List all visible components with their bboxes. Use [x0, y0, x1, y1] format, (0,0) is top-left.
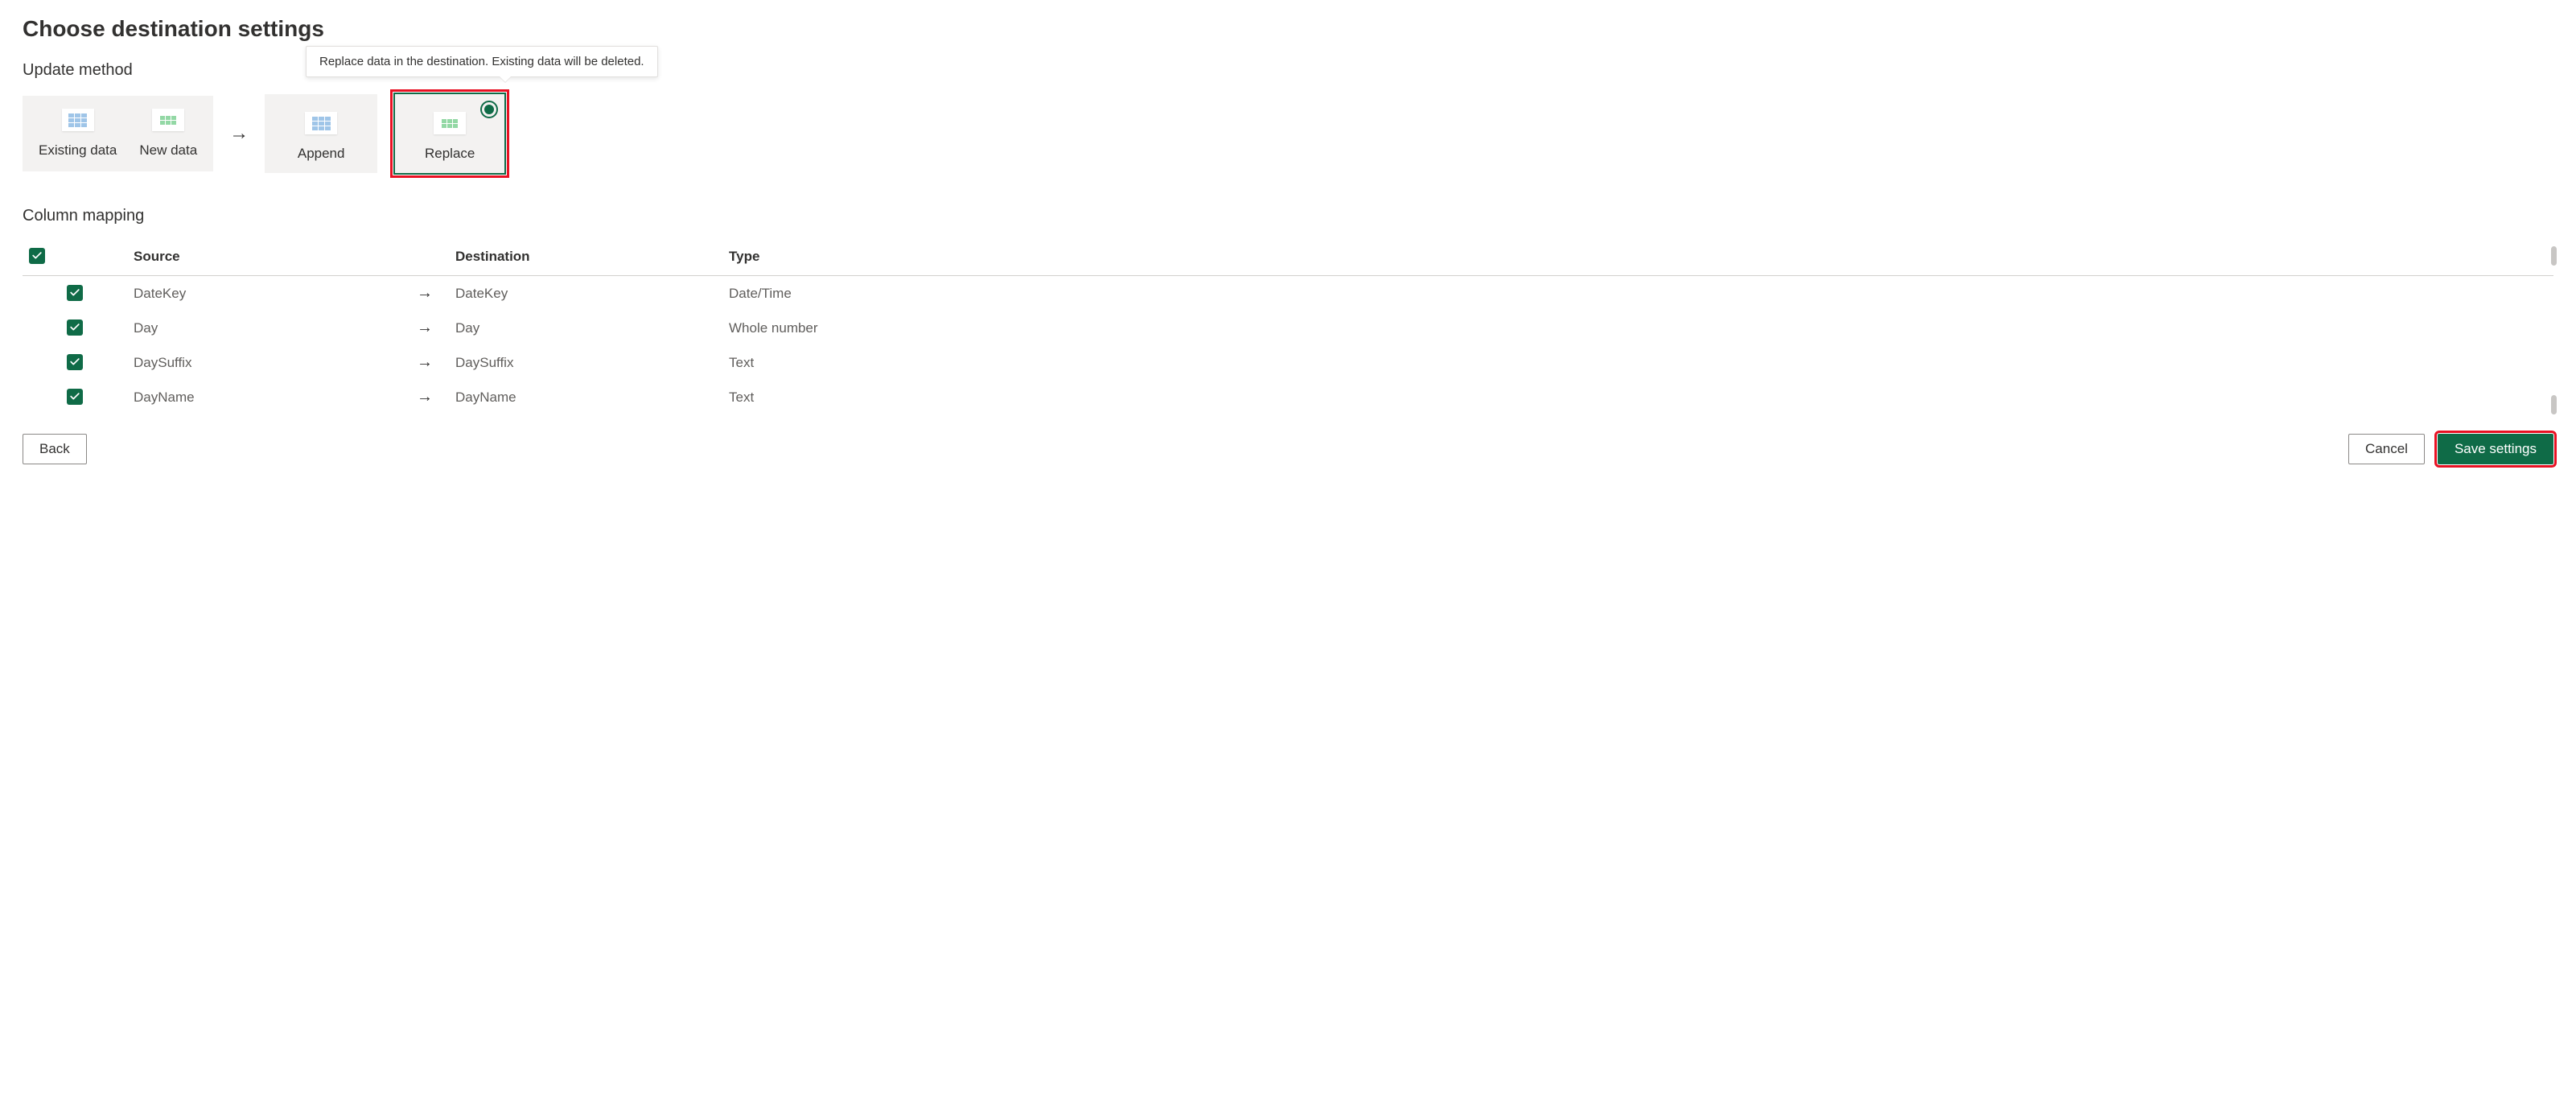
existing-data-card: Existing data	[39, 109, 117, 159]
table-row: Day → Day Whole number	[23, 311, 2553, 345]
scrollbar[interactable]	[2550, 246, 2557, 414]
arrow-icon: →	[417, 388, 433, 406]
footer: Back Cancel Save settings	[23, 434, 2553, 464]
back-button[interactable]: Back	[23, 434, 87, 464]
replace-tooltip: Replace data in the destination. Existin…	[306, 46, 658, 77]
mapping-table: Source Destination Type DateKey → DateKe…	[23, 238, 2553, 414]
arrow-icon: →	[417, 353, 433, 371]
arrow-icon: →	[417, 284, 433, 302]
existing-data-icon	[62, 109, 94, 131]
table-row: DaySuffix → DaySuffix Text	[23, 345, 2553, 380]
append-label: Append	[298, 146, 345, 162]
arrow-icon: →	[417, 319, 433, 336]
update-method-row: Replace data in the destination. Existin…	[23, 93, 2553, 175]
table-row: DayName → DayName Text	[23, 380, 2553, 414]
type-cell: Text	[722, 380, 2553, 414]
source-header: Source	[127, 238, 401, 276]
column-mapping-label: Column mapping	[23, 207, 2553, 225]
append-icon	[305, 112, 337, 134]
save-settings-button[interactable]: Save settings	[2438, 434, 2553, 464]
destination-cell: DaySuffix	[449, 345, 722, 380]
scrollbar-thumb-icon	[2551, 246, 2557, 266]
source-cell: DaySuffix	[127, 345, 401, 380]
source-cell: Day	[127, 311, 401, 345]
row-checkbox[interactable]	[67, 389, 83, 405]
type-cell: Date/Time	[722, 276, 2553, 311]
type-cell: Whole number	[722, 311, 2553, 345]
scrollbar-thumb-icon	[2551, 395, 2557, 414]
destination-cell: Day	[449, 311, 722, 345]
new-data-label: New data	[139, 142, 197, 159]
replace-label: Replace	[425, 146, 475, 162]
table-row: DateKey → DateKey Date/Time	[23, 276, 2553, 311]
destination-cell: DayName	[449, 380, 722, 414]
existing-data-label: Existing data	[39, 142, 117, 159]
row-checkbox[interactable]	[67, 285, 83, 301]
page-title: Choose destination settings	[23, 16, 2553, 42]
append-option[interactable]: Append	[265, 94, 377, 173]
source-cell: DateKey	[127, 276, 401, 311]
arrow-icon: →	[229, 122, 249, 145]
replace-option[interactable]: Replace	[393, 93, 506, 175]
replace-icon	[434, 112, 466, 134]
data-preview-group: Existing data New data	[23, 96, 213, 171]
new-data-card: New data	[139, 109, 197, 159]
type-cell: Text	[722, 345, 2553, 380]
type-header: Type	[722, 238, 2553, 276]
column-mapping-section: Column mapping Source Destination Type	[23, 207, 2553, 414]
row-checkbox[interactable]	[67, 354, 83, 370]
new-data-icon	[152, 109, 184, 131]
select-all-checkbox[interactable]	[29, 248, 45, 264]
destination-cell: DateKey	[449, 276, 722, 311]
radio-selected-icon	[480, 101, 498, 118]
cancel-button[interactable]: Cancel	[2348, 434, 2425, 464]
row-checkbox[interactable]	[67, 319, 83, 336]
destination-header: Destination	[449, 238, 722, 276]
source-cell: DayName	[127, 380, 401, 414]
